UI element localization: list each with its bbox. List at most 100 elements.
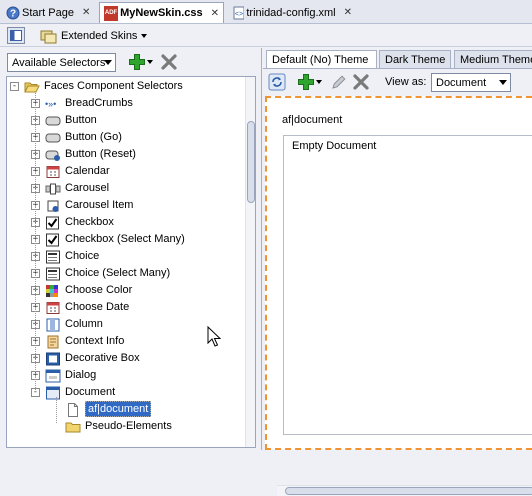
svg-text:•»•: •»• (45, 99, 56, 109)
expand-icon[interactable]: + (31, 269, 40, 278)
chevron-down-icon (147, 60, 153, 64)
context-info-icon (45, 334, 61, 349)
view-as-label: View as: (385, 76, 427, 88)
delete-icon (353, 74, 369, 90)
tree-item-label: Choose Date (65, 301, 130, 313)
button-icon (45, 130, 61, 145)
view-as-value: Document (436, 76, 487, 89)
tree-row[interactable]: + Choice (Select Many) (7, 265, 243, 282)
add-style-button[interactable] (297, 73, 322, 91)
delete-icon (161, 54, 177, 70)
expand-icon[interactable]: + (31, 286, 40, 295)
split-view-icon (10, 30, 22, 41)
tree-row[interactable]: + Choose Color (7, 282, 243, 299)
collapse-icon[interactable]: - (10, 82, 19, 91)
tab-medium-theme[interactable]: Medium Theme (454, 50, 532, 68)
refresh-button[interactable] (268, 73, 286, 91)
tree-row[interactable]: + Dialog (7, 367, 243, 384)
expand-icon[interactable]: + (31, 201, 40, 210)
tree-row[interactable]: + Button (7, 112, 243, 129)
tree-row[interactable]: - Faces Component Selectors (7, 78, 243, 95)
tree-row[interactable]: + Choice (7, 248, 243, 265)
tab-trinidad-config[interactable]: <> trinidad-config.xml ✕ (228, 2, 356, 23)
pencil-icon (332, 75, 346, 89)
tree-item-label: Choice (Select Many) (65, 267, 171, 279)
tree-row[interactable]: + Choose Date (7, 299, 243, 316)
tab-label: Start Page (22, 6, 74, 19)
tree-row[interactable]: - Document (7, 384, 243, 401)
tree-row[interactable]: + Carousel Item (7, 197, 243, 214)
expand-icon[interactable]: + (31, 320, 40, 329)
tree-item-label: Dialog (65, 369, 97, 381)
split-view-button[interactable] (7, 27, 25, 44)
expand-icon[interactable]: + (31, 184, 40, 193)
selector-caption: af|document (282, 114, 343, 126)
tree-row[interactable]: + Button (Go) (7, 129, 243, 146)
expand-icon[interactable]: + (31, 337, 40, 346)
tab-mynewskin-css[interactable]: ADF MyNewSkin.css ✕ (99, 2, 224, 23)
selector-toolbar: Available Selectors (0, 48, 262, 76)
expand-icon[interactable]: + (31, 303, 40, 312)
tree-item-label: BreadCrumbs (65, 97, 133, 109)
reset-button-icon (45, 147, 61, 162)
close-icon[interactable]: ✕ (82, 7, 90, 18)
breadcrumbs-icon: •»• (45, 96, 61, 111)
tree-row[interactable]: + Checkbox (7, 214, 243, 231)
collapse-icon[interactable]: - (31, 388, 40, 397)
tree-item-label: Calendar (65, 165, 110, 177)
tab-dark-theme[interactable]: Dark Theme (379, 50, 451, 68)
delete-selector-button[interactable] (160, 53, 178, 71)
tree-row[interactable]: Pseudo-Elements (7, 418, 243, 435)
expand-icon[interactable]: + (31, 218, 40, 227)
close-icon[interactable]: ✕ (211, 8, 219, 19)
tree-row[interactable]: + Decorative Box (7, 350, 243, 367)
tree-item-label: Choice (65, 250, 100, 262)
tree-item-label: Choose Color (65, 284, 133, 296)
chevron-down-icon (141, 33, 148, 38)
xml-file-icon: <> (233, 6, 245, 19)
expand-icon[interactable]: + (31, 150, 40, 159)
expand-icon[interactable]: + (31, 99, 40, 108)
tree-row[interactable]: + Checkbox (Select Many) (7, 231, 243, 248)
extended-skins-button[interactable]: Extended Skins (40, 27, 148, 44)
scroll-thumb[interactable] (285, 487, 532, 495)
tree-row[interactable]: + •»• BreadCrumbs (7, 95, 243, 112)
selector-tree[interactable]: - Faces Component Selectors + •»• BreadCrumb… (6, 76, 256, 448)
tab-default-theme[interactable]: Default (No) Theme (266, 50, 377, 68)
expand-icon[interactable]: + (31, 235, 40, 244)
horizontal-scrollbar[interactable] (277, 485, 532, 496)
scroll-thumb[interactable] (247, 121, 255, 203)
preview-canvas[interactable]: af|document Empty Document (265, 96, 532, 496)
tree-row[interactable]: af|document (7, 401, 243, 418)
file-icon (65, 402, 81, 417)
editor-tab-bar: ? Start Page ✕ ADF MyNewSkin.css ✕ <> tr… (0, 0, 532, 24)
empty-document-text: Empty Document (292, 140, 377, 152)
expand-icon[interactable]: + (31, 167, 40, 176)
edit-style-button[interactable] (330, 73, 348, 91)
calendar-icon (45, 300, 61, 315)
tab-start-page[interactable]: ? Start Page ✕ (2, 2, 96, 23)
delete-style-button[interactable] (352, 73, 370, 91)
tree-row[interactable]: + Calendar (7, 163, 243, 180)
main-toolbar: Extended Skins (0, 24, 532, 47)
document-preview: Empty Document (283, 135, 532, 435)
svg-text:<>: <> (235, 11, 243, 19)
dialog-icon (45, 368, 61, 383)
tab-label: Medium Theme (460, 53, 532, 66)
checkbox-icon (45, 232, 61, 247)
view-as-dropdown[interactable]: Document (431, 73, 511, 92)
expand-icon[interactable]: + (31, 371, 40, 380)
chevron-down-icon (316, 80, 322, 84)
expand-icon[interactable]: + (31, 354, 40, 363)
close-icon[interactable]: ✕ (344, 7, 352, 18)
decorative-box-icon (45, 351, 61, 366)
add-icon (129, 54, 145, 70)
tree-row[interactable]: + Button (Reset) (7, 146, 243, 163)
vertical-scrollbar[interactable] (245, 77, 255, 447)
selector-filter-dropdown[interactable]: Available Selectors (7, 53, 116, 72)
tree-row[interactable]: + Carousel (7, 180, 243, 197)
expand-icon[interactable]: + (31, 252, 40, 261)
expand-icon[interactable]: + (31, 133, 40, 142)
expand-icon[interactable]: + (31, 116, 40, 125)
add-selector-button[interactable] (128, 52, 153, 72)
